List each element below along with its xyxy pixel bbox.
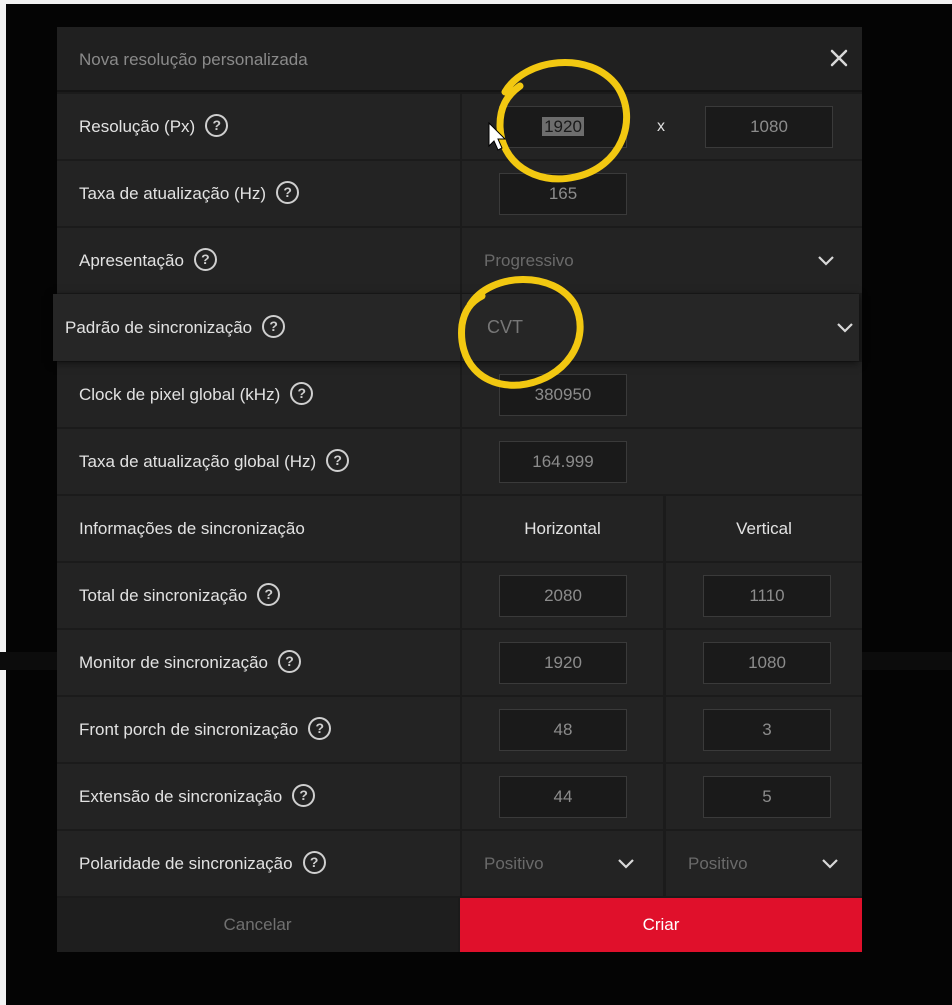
presentation-value: Progressivo xyxy=(484,251,574,270)
row-sync-polarity: Polaridade de sincronização? Positivo Po… xyxy=(57,831,862,896)
pixel-clock-input[interactable]: 380950 xyxy=(499,374,627,416)
row-sync-standard: Padrão de sincronização? CVT xyxy=(53,294,859,361)
sync-total-vertical-input[interactable]: 1110 xyxy=(703,575,831,617)
sync-width-label: Extensão de sincronização xyxy=(79,787,283,806)
close-icon[interactable] xyxy=(828,47,850,69)
cancel-button[interactable]: Cancelar xyxy=(57,898,458,952)
row-sync-width: Extensão de sincronização? 44 5 xyxy=(57,764,862,829)
sync-display-label: Monitor de sincronização xyxy=(79,653,268,672)
help-icon[interactable]: ? xyxy=(302,851,326,875)
resolution-height-input[interactable]: 1080 xyxy=(705,106,833,148)
sync-standard-label: Padrão de sincronização xyxy=(65,318,253,337)
sync-display-horizontal-input[interactable]: 1920 xyxy=(499,642,627,684)
custom-resolution-dialog: Nova resolução personalizada Resolução (… xyxy=(53,27,862,952)
horizontal-header: Horizontal xyxy=(524,519,601,538)
polarity-vertical-dropdown[interactable]: Positivo xyxy=(666,831,862,896)
dialog-titlebar: Nova resolução personalizada xyxy=(57,27,862,92)
chevron-down-icon xyxy=(816,250,836,270)
row-sync-info-header: Informações de sincronização Horizontal … xyxy=(57,496,862,561)
sync-width-vertical-input[interactable]: 5 xyxy=(703,776,831,818)
global-refresh-label: Taxa de atualização global (Hz) xyxy=(79,452,317,471)
help-icon[interactable]: ? xyxy=(326,449,350,473)
create-button[interactable]: Criar xyxy=(460,898,862,952)
row-sync-display: Monitor de sincronização? 1920 1080 xyxy=(57,630,862,695)
help-icon[interactable]: ? xyxy=(276,181,300,205)
chevron-down-icon xyxy=(820,853,840,873)
row-sync-total: Total de sincronização? 2080 1110 xyxy=(57,563,862,628)
vertical-header: Vertical xyxy=(736,519,792,538)
selected-text: 1920 xyxy=(542,117,584,136)
help-icon[interactable]: ? xyxy=(257,583,281,607)
chevron-down-icon xyxy=(616,853,636,873)
help-icon[interactable]: ? xyxy=(292,784,316,808)
row-refresh-rate: Taxa de atualização (Hz)? 165 xyxy=(57,161,862,226)
help-icon[interactable]: ? xyxy=(262,315,286,339)
sync-polarity-label: Polaridade de sincronização xyxy=(79,854,293,873)
resolution-width-input[interactable]: 1920 xyxy=(499,106,627,148)
pixel-clock-label: Clock de pixel global (kHz) xyxy=(79,385,281,404)
global-refresh-input[interactable]: 164.999 xyxy=(499,441,627,483)
resolution-separator: x xyxy=(657,118,665,135)
row-pixel-clock: Clock de pixel global (kHz)? 380950 xyxy=(57,362,862,427)
refresh-rate-label: Taxa de atualização (Hz) xyxy=(79,184,267,203)
row-presentation: Apresentação? Progressivo xyxy=(57,228,862,293)
refresh-rate-input[interactable]: 165 xyxy=(499,173,627,215)
row-global-refresh: Taxa de atualização global (Hz)? 164.999 xyxy=(57,429,862,494)
help-icon[interactable]: ? xyxy=(193,248,217,272)
help-icon[interactable]: ? xyxy=(205,114,229,138)
dialog-title: Nova resolução personalizada xyxy=(79,50,308,69)
row-sync-front-porch: Front porch de sincronização? 48 3 xyxy=(57,697,862,762)
polarity-vertical-value: Positivo xyxy=(688,854,748,873)
sync-standard-value: CVT xyxy=(487,317,523,337)
sync-total-horizontal-input[interactable]: 2080 xyxy=(499,575,627,617)
sync-info-label: Informações de sincronização xyxy=(79,519,305,538)
chevron-down-icon xyxy=(835,317,855,337)
resolution-label: Resolução (Px) xyxy=(79,117,196,136)
polarity-horizontal-dropdown[interactable]: Positivo xyxy=(462,831,663,896)
sync-total-label: Total de sincronização xyxy=(79,586,248,605)
dialog-footer: Cancelar Criar xyxy=(57,898,862,952)
help-icon[interactable]: ? xyxy=(308,717,332,741)
sync-width-horizontal-input[interactable]: 44 xyxy=(499,776,627,818)
sync-front-porch-label: Front porch de sincronização xyxy=(79,720,299,739)
row-resolution: Resolução (Px)? 1920 x 1080 xyxy=(57,94,862,159)
help-icon[interactable]: ? xyxy=(277,650,301,674)
sync-front-porch-horizontal-input[interactable]: 48 xyxy=(499,709,627,751)
help-icon[interactable]: ? xyxy=(290,382,314,406)
sync-display-vertical-input[interactable]: 1080 xyxy=(703,642,831,684)
sync-standard-dropdown[interactable]: CVT xyxy=(462,294,859,361)
polarity-horizontal-value: Positivo xyxy=(484,854,544,873)
presentation-label: Apresentação xyxy=(79,251,184,270)
sync-front-porch-vertical-input[interactable]: 3 xyxy=(703,709,831,751)
presentation-dropdown[interactable]: Progressivo xyxy=(462,228,862,293)
